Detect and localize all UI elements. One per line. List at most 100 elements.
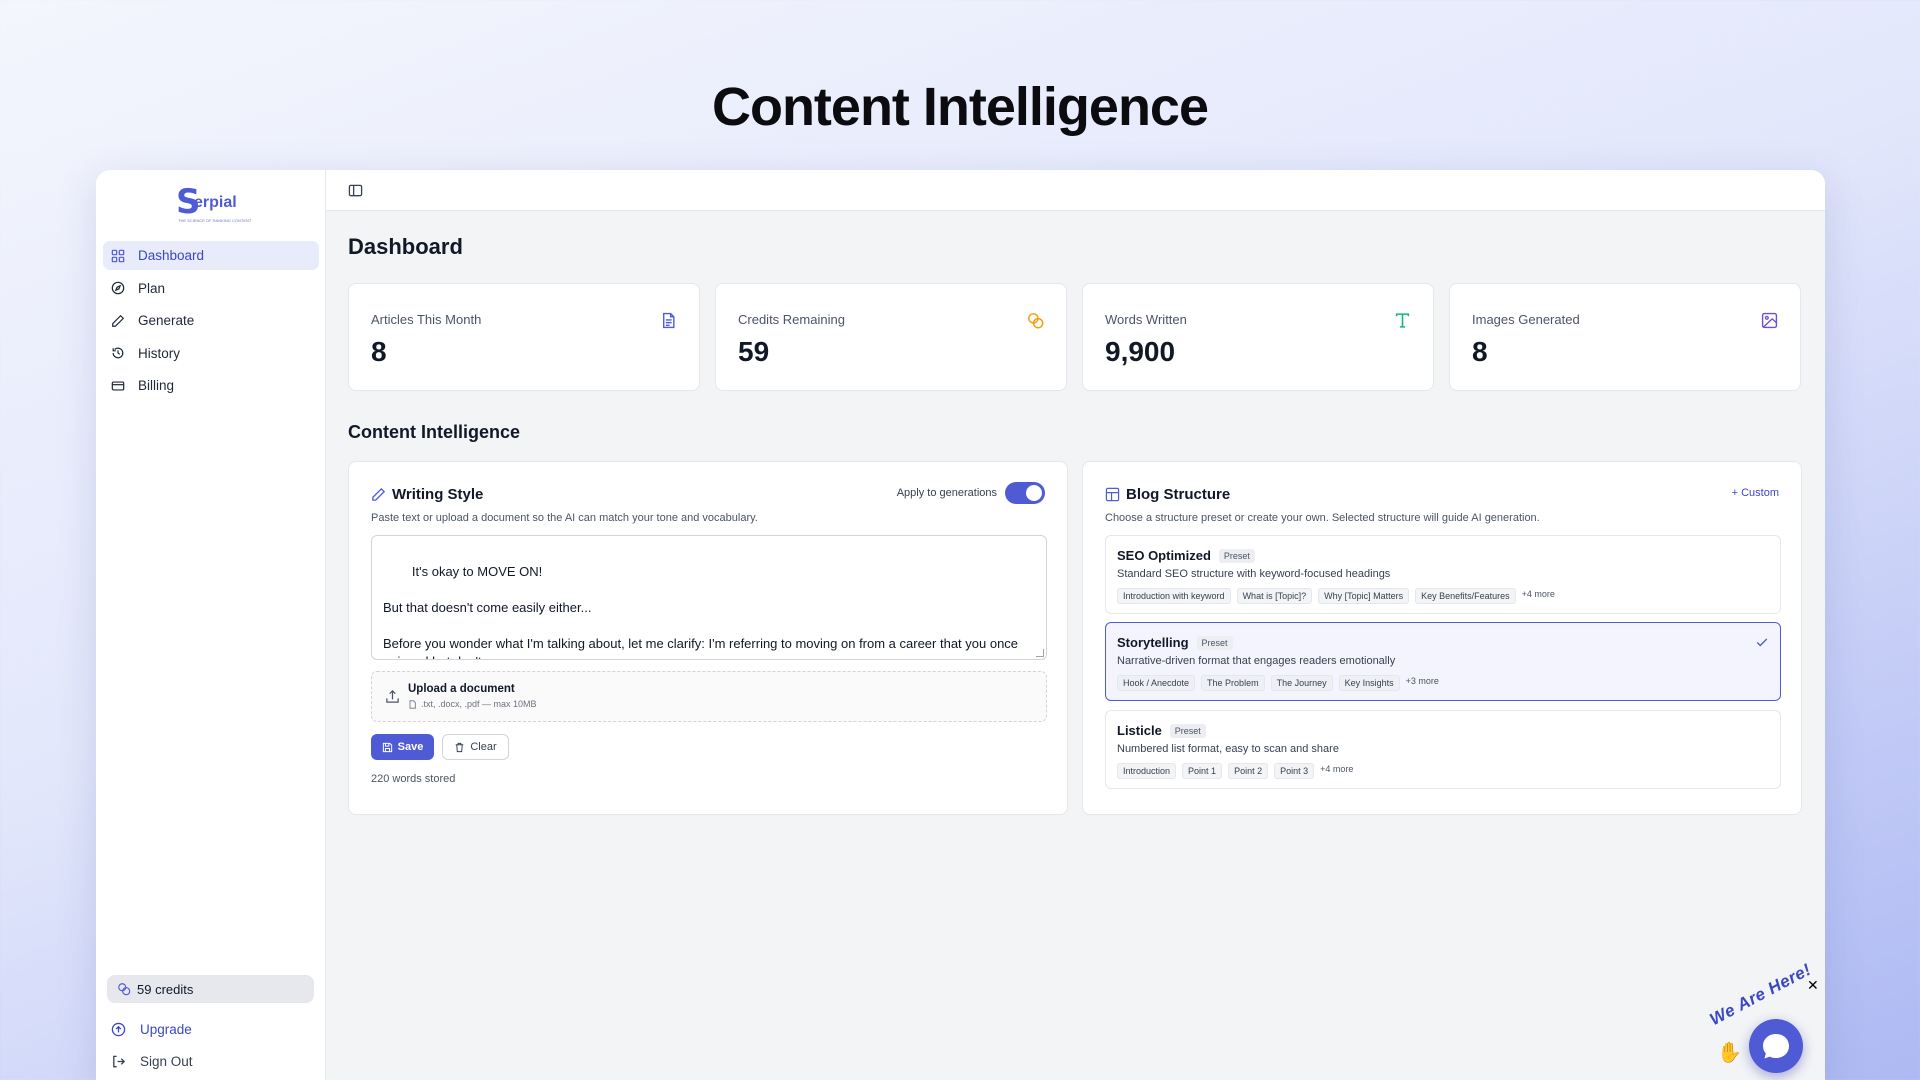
layout-icon xyxy=(1105,487,1120,502)
history-icon xyxy=(112,347,124,359)
sidebar-item-label: History xyxy=(138,345,181,361)
structure-title: SEO Optimized xyxy=(1117,548,1211,563)
credits-label: 59 credits xyxy=(137,981,194,997)
log-out-icon xyxy=(113,1055,126,1068)
more-tags: +3 more xyxy=(1405,676,1439,686)
toggle-knob xyxy=(1026,485,1042,501)
stat-value: 9,900 xyxy=(1105,336,1176,367)
stat-card-articles: Articles This Month 8 xyxy=(348,283,700,391)
apply-label: Apply to generations xyxy=(896,487,997,499)
section-tag: Key Benefits/Features xyxy=(1415,588,1516,604)
grid-icon xyxy=(111,249,125,262)
sidebar-toggle-icon[interactable] xyxy=(348,183,363,198)
section-tag: Point 1 xyxy=(1182,763,1223,779)
preset-badge: Preset xyxy=(1169,723,1206,738)
writing-style-heading: Writing Style xyxy=(371,486,483,503)
stat-value: 8 xyxy=(1472,336,1488,367)
section-tag: Why [Topic] Matters xyxy=(1318,588,1410,604)
section-tag: Introduction xyxy=(1117,763,1177,779)
more-tags: +4 more xyxy=(1521,589,1555,599)
file-icon xyxy=(409,699,416,709)
upload-hint: .txt, .docx, .pdf — max 10MB xyxy=(408,699,537,709)
hero-title: Content Intelligence xyxy=(711,77,1209,137)
sidebar-item-history[interactable]: History xyxy=(103,339,319,368)
section-tag: Key Insights xyxy=(1338,675,1400,691)
structure-option-listicle[interactable]: Listicle Preset Numbered list format, ea… xyxy=(1105,710,1781,789)
structure-name: Listicle Preset xyxy=(1117,723,1206,738)
preset-badge: Preset xyxy=(1218,548,1255,563)
upload-icon xyxy=(386,690,399,703)
chat-launcher-button[interactable] xyxy=(1749,1019,1803,1073)
stat-label: Articles This Month xyxy=(371,312,482,327)
coins-icon xyxy=(118,983,131,996)
section-tag: The Journey xyxy=(1270,675,1333,691)
check-icon xyxy=(1756,638,1768,647)
trash-icon xyxy=(456,742,464,752)
clear-button[interactable]: Clear xyxy=(442,734,509,760)
section-tag: Introduction with keyword xyxy=(1117,588,1231,604)
structure-title: Listicle xyxy=(1117,723,1162,738)
stat-label: Words Written xyxy=(1105,312,1187,327)
upload-dropzone[interactable]: Upload a document .txt, .docx, .pdf — ma… xyxy=(371,671,1047,722)
sign-out-label: Sign Out xyxy=(140,1054,193,1069)
main-content: Dashboard Articles This Month 8 Credits … xyxy=(326,211,1825,1080)
structure-title: Storytelling xyxy=(1117,635,1189,650)
pen-icon xyxy=(112,314,125,327)
card-description: Paste text or upload a document so the A… xyxy=(371,512,758,524)
sidebar-item-generate[interactable]: Generate xyxy=(103,306,319,335)
stat-card-words: Words Written 9,900 xyxy=(1082,283,1434,391)
save-label: Save xyxy=(397,741,424,753)
sidebar: S erpial THE SCIENCE OF RANKING CONTENT … xyxy=(96,170,326,1080)
structure-description: Standard SEO structure with keyword-focu… xyxy=(1117,568,1391,580)
compass-icon xyxy=(111,281,125,295)
stat-card-credits: Credits Remaining 59 xyxy=(715,283,1067,391)
structure-option-seo[interactable]: SEO Optimized Preset Standard SEO struct… xyxy=(1105,535,1781,614)
writing-sample-textarea[interactable]: It's okay to MOVE ON! But that doesn't c… xyxy=(371,535,1047,660)
stat-label: Images Generated xyxy=(1472,312,1580,327)
save-button[interactable]: Save xyxy=(371,734,434,760)
structure-tags: Introduction Point 1 Point 2 Point 3 +4 … xyxy=(1117,763,1353,779)
section-tag: Hook / Anecdote xyxy=(1117,675,1196,691)
credits-badge[interactable]: 59 credits xyxy=(107,975,314,1003)
apply-toggle[interactable] xyxy=(1005,482,1045,504)
structure-option-storytelling[interactable]: Storytelling Preset Narrative-driven for… xyxy=(1105,622,1781,701)
preset-badge: Preset xyxy=(1196,635,1233,650)
more-tags: +4 more xyxy=(1320,764,1354,774)
blog-structure-card: Blog Structure + Custom Choose a structu… xyxy=(1082,461,1802,815)
upgrade-button[interactable]: Upgrade xyxy=(111,1022,192,1037)
sidebar-item-dashboard[interactable]: Dashboard xyxy=(103,241,319,270)
pencil-icon xyxy=(372,487,386,501)
coins-icon xyxy=(1028,313,1044,329)
stat-value: 8 xyxy=(371,336,387,367)
structure-tags: Hook / Anecdote The Problem The Journey … xyxy=(1117,675,1439,691)
top-bar xyxy=(326,170,1825,211)
stat-label: Credits Remaining xyxy=(738,312,845,327)
sidebar-nav: Dashboard Plan Generate History Billing xyxy=(103,241,319,404)
section-tag: Point 3 xyxy=(1274,763,1315,779)
section-tag: What is [Topic]? xyxy=(1236,588,1313,604)
sign-out-button[interactable]: Sign Out xyxy=(111,1054,193,1069)
sidebar-item-billing[interactable]: Billing xyxy=(103,371,319,400)
structure-name: SEO Optimized Preset xyxy=(1117,548,1255,563)
page-title: Dashboard xyxy=(348,234,463,259)
waving-hand-icon: ✋ xyxy=(1717,1042,1742,1064)
card-title: Writing Style xyxy=(392,486,484,503)
structure-name: Storytelling Preset xyxy=(1117,635,1233,650)
app-window: S erpial THE SCIENCE OF RANKING CONTENT … xyxy=(96,170,1825,1080)
sidebar-item-label: Plan xyxy=(138,280,166,296)
sidebar-item-label: Dashboard xyxy=(138,248,205,263)
card-icon xyxy=(111,380,125,391)
custom-structure-button[interactable]: + Custom xyxy=(1732,487,1779,499)
clear-label: Clear xyxy=(470,741,497,753)
brand-logo[interactable]: S erpial THE SCIENCE OF RANKING CONTENT xyxy=(176,182,251,224)
arrow-up-circle-icon xyxy=(111,1022,126,1037)
card-title: Blog Structure xyxy=(1126,486,1231,503)
words-stored: 220 words stored xyxy=(371,773,456,785)
image-icon xyxy=(1761,312,1778,329)
structure-tags: Introduction with keyword What is [Topic… xyxy=(1117,588,1555,604)
resize-handle[interactable] xyxy=(1036,649,1044,657)
sidebar-item-plan[interactable]: Plan xyxy=(103,274,319,303)
section-title: Content Intelligence xyxy=(348,422,521,442)
chat-bubble-icon xyxy=(1763,1034,1789,1059)
type-icon xyxy=(1395,313,1410,328)
